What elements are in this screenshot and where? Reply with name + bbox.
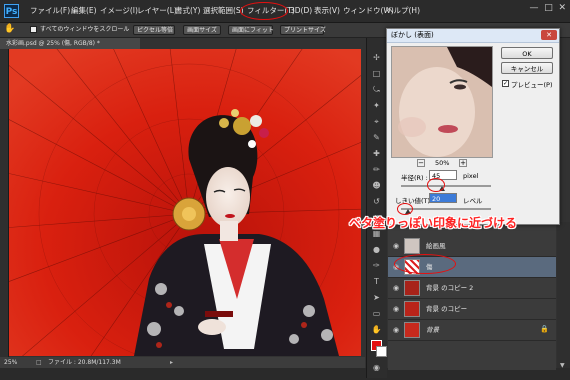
photoshop-logo-icon: Ps — [4, 4, 19, 18]
menu-file[interactable]: ファイル(F) — [30, 0, 70, 22]
layer-thumbnail — [404, 238, 420, 254]
menu-view[interactable]: 表示(V) — [314, 0, 340, 22]
fill-screen-button[interactable]: 画面にフィット — [228, 25, 274, 35]
preview-zoom: 50% — [435, 159, 450, 167]
dialog-title-bar[interactable]: ぼかし (表面) ✕ — [387, 29, 559, 43]
layer-name: 背景 のコピー — [426, 305, 468, 313]
zoom-level[interactable]: 25% — [4, 357, 17, 368]
zoom-in-icon[interactable]: + — [459, 159, 467, 167]
radius-label: 半径(R) : — [401, 174, 428, 182]
magic-wand-icon[interactable]: ✦ — [371, 100, 382, 111]
type-tool-icon[interactable]: T — [371, 276, 382, 287]
preview-checkbox[interactable]: ✓ — [502, 80, 509, 87]
layer-row[interactable]: ◉ 背景 のコピー 2 — [388, 278, 556, 299]
left-toolbox — [0, 49, 9, 369]
brush-tool-icon[interactable]: ✏ — [371, 164, 382, 175]
layer-row[interactable]: ◉ 背景 のコピー — [388, 299, 556, 320]
threshold-unit: レベル — [463, 197, 483, 205]
menu-3d[interactable]: 3D(D) — [290, 0, 312, 22]
hand-tool-icon[interactable]: ✋ — [4, 24, 15, 34]
marquee-tool-icon[interactable]: □ — [371, 68, 382, 79]
threshold-input[interactable]: 20 — [429, 193, 457, 203]
pen-tool-icon[interactable]: ✑ — [371, 260, 382, 271]
layer-thumbnail — [404, 301, 420, 317]
layer-thumbnail — [404, 280, 420, 296]
preview-face-image — [392, 47, 492, 157]
scroll-down-icon[interactable]: ▼ — [560, 362, 565, 369]
tools-panel: ✢ □ ⤿ ✦ ⌖ ✎ ✚ ✏ ☻ ↺ ▯ ▦ ● ✑ T ➤ ▭ ✋ ◉ — [366, 38, 387, 378]
maximize-icon[interactable]: □ — [544, 3, 553, 13]
menu-help[interactable]: ヘルプ(H) — [386, 0, 420, 22]
print-size-button[interactable]: プリントサイズ — [280, 25, 326, 35]
dodge-tool-icon[interactable]: ● — [371, 244, 382, 255]
visibility-eye-icon[interactable]: ◉ — [391, 325, 401, 335]
clone-stamp-icon[interactable]: ☻ — [371, 180, 382, 191]
hand-icon[interactable]: ✋ — [371, 324, 382, 335]
background-color-swatch[interactable] — [376, 346, 387, 357]
quick-mask-icon[interactable]: ◉ — [371, 362, 382, 373]
layer-thumbnail — [404, 322, 420, 338]
window-controls: — □ ✕ — [529, 3, 566, 13]
document-icon: □ — [36, 359, 42, 366]
fit-screen-button[interactable]: 画面サイズ — [183, 25, 221, 35]
file-size-info: ファイル : 20.8M/117.3M — [48, 359, 121, 366]
layer-name: 背景 のコピー 2 — [426, 284, 474, 292]
document-canvas[interactable] — [9, 49, 361, 356]
menu-layer[interactable]: レイヤー(L) — [137, 0, 177, 22]
dialog-close-icon[interactable]: ✕ — [541, 30, 557, 40]
menu-edit[interactable]: 編集(E) — [71, 0, 97, 22]
actual-pixels-button[interactable]: ピクセル等倍 — [133, 25, 175, 35]
lasso-tool-icon[interactable]: ⤿ — [371, 84, 382, 95]
layer-name: 絵画風 — [426, 242, 446, 250]
visibility-eye-icon[interactable]: ◉ — [391, 283, 401, 293]
menu-select[interactable]: 選択範囲(S) — [203, 0, 244, 22]
menu-bar: Ps ファイル(F) 編集(E) イメージ(I) レイヤー(L) 書式(Y) 選… — [0, 0, 570, 23]
scroll-all-label: すべてのウィンドウをスクロール — [40, 26, 130, 33]
status-bar: 25% □ ファイル : 20.8M/117.3M ▸ — [0, 357, 365, 368]
preview-label: プレビュー(P) — [511, 81, 553, 89]
zoom-out-icon[interactable]: − — [417, 159, 425, 167]
filter-preview[interactable] — [391, 46, 493, 158]
filter-menu-highlight-ring — [240, 2, 288, 20]
scroll-all-checkbox[interactable] — [30, 26, 37, 33]
healing-brush-icon[interactable]: ✚ — [371, 148, 382, 159]
crop-tool-icon[interactable]: ⌖ — [371, 116, 382, 127]
lock-icon: 🔒 — [540, 325, 549, 333]
kimono-umbrella-photo — [9, 49, 361, 356]
document-tab[interactable]: 水彩画.psd @ 25% (傷, RGB/8) * — [0, 38, 140, 49]
layer-row[interactable]: ◉ 背景 🔒 — [388, 320, 556, 341]
radius-slider-track[interactable] — [401, 185, 491, 187]
annotation-text: ベタ塗りっぽい印象に近づける — [349, 216, 518, 230]
layers-panel: ◉ 絵画風 ◉ 傷 ◉ 背景 のコピー 2 ◉ 背景 のコピー ◉ 背景 🔒 — [388, 222, 556, 370]
menu-type[interactable]: 書式(Y) — [175, 0, 200, 22]
visibility-eye-icon[interactable]: ◉ — [391, 304, 401, 314]
active-layer-highlight-ring — [394, 254, 456, 274]
close-icon[interactable]: ✕ — [558, 3, 566, 13]
shape-tool-icon[interactable]: ▭ — [371, 308, 382, 319]
history-brush-icon[interactable]: ↺ — [371, 196, 382, 207]
path-select-icon[interactable]: ➤ — [371, 292, 382, 303]
radius-unit: pixel — [463, 172, 479, 180]
ok-button[interactable]: OK — [501, 47, 553, 59]
status-arrow-icon[interactable]: ▸ — [170, 357, 173, 368]
layers-scrollbar[interactable]: ▼ — [557, 222, 570, 369]
visibility-eye-icon[interactable]: ◉ — [391, 241, 401, 251]
threshold-slider-track[interactable] — [401, 208, 491, 210]
eyedropper-icon[interactable]: ✎ — [371, 132, 382, 143]
layer-name: 背景 — [426, 326, 439, 334]
menu-image[interactable]: イメージ(I) — [100, 0, 138, 22]
radius-slider-highlight-ring — [427, 178, 445, 192]
minimize-icon[interactable]: — — [529, 3, 538, 13]
dialog-title: ぼかし (表面) — [391, 31, 434, 39]
surface-blur-dialog: ぼかし (表面) ✕ − 50% + OK キャンセル ✓ プレビュー(P) 半… — [386, 28, 560, 225]
cancel-button[interactable]: キャンセル — [501, 62, 553, 74]
move-tool-icon[interactable]: ✢ — [371, 52, 382, 63]
